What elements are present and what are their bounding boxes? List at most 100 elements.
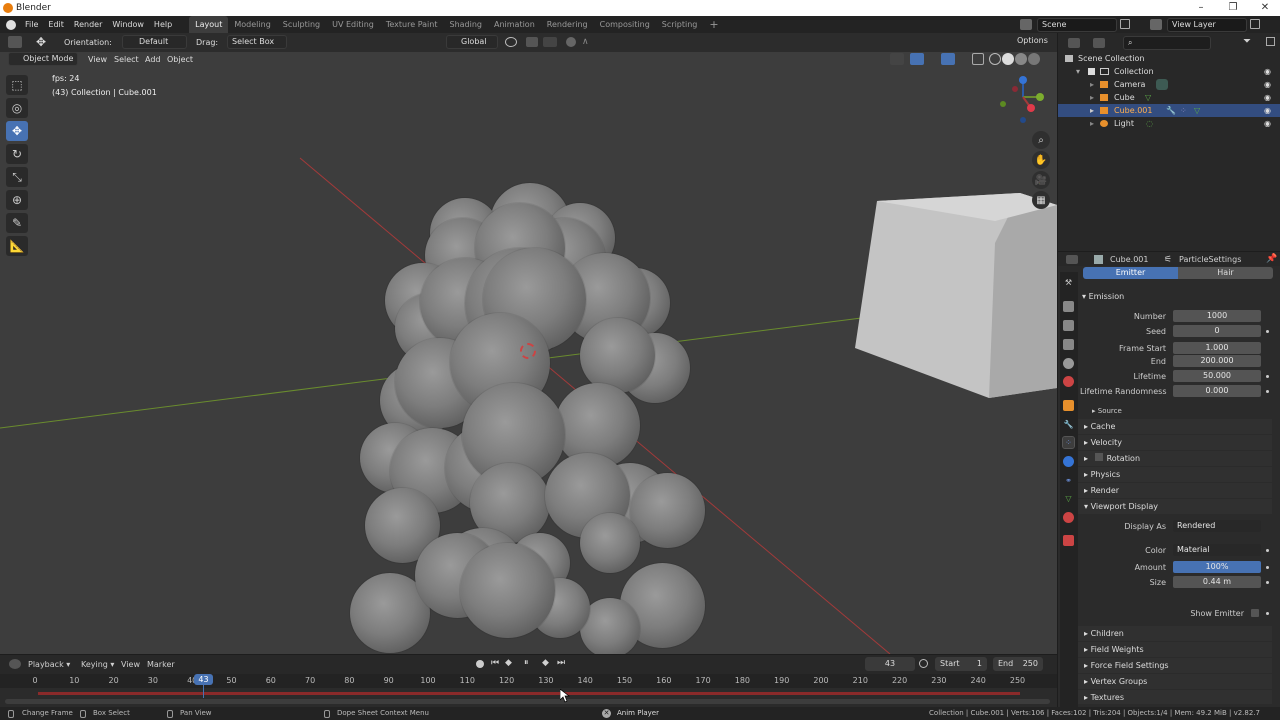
- rotation-checkbox[interactable]: [1094, 453, 1103, 461]
- snap-icon[interactable]: [526, 37, 538, 47]
- end-frame-field[interactable]: End 250: [993, 657, 1043, 671]
- falloff-icon[interactable]: ∧: [582, 37, 598, 47]
- snap-target-icon[interactable]: [543, 37, 557, 47]
- seed-field[interactable]: 0: [1173, 325, 1261, 337]
- collection-checkbox[interactable]: [1088, 68, 1095, 75]
- visibility-eye-icon[interactable]: ◉: [1264, 91, 1271, 104]
- visibility-eye-icon[interactable]: ◉: [1264, 65, 1271, 78]
- visibility-eye-icon[interactable]: ◉: [1264, 104, 1271, 117]
- perspective-toggle-icon[interactable]: ▦: [1032, 191, 1050, 209]
- textures-section[interactable]: ▸ Textures: [1078, 690, 1272, 704]
- outliner-editor-icon[interactable]: [1068, 38, 1080, 48]
- close-button[interactable]: ✕: [1250, 0, 1280, 16]
- menu-help[interactable]: Help: [149, 16, 177, 33]
- menu-select[interactable]: Select: [114, 55, 139, 64]
- view-layer-icon[interactable]: [1150, 19, 1162, 30]
- expand-arrow-icon[interactable]: ▸: [1090, 104, 1094, 117]
- current-frame-field[interactable]: 43: [865, 657, 915, 671]
- expand-arrow-icon[interactable]: ▸: [1090, 117, 1094, 130]
- cache-section[interactable]: ▸ Cache: [1078, 419, 1272, 434]
- hair-tab[interactable]: Hair: [1178, 267, 1273, 279]
- keying-menu[interactable]: Keying ▾: [81, 660, 114, 669]
- transform-tool-icon[interactable]: ⊕: [6, 190, 28, 210]
- playhead-frame-badge[interactable]: 43: [194, 674, 213, 685]
- amount-slider[interactable]: 100%: [1173, 561, 1261, 573]
- view-layer-field[interactable]: View Layer: [1167, 18, 1247, 32]
- modifier-tab-icon[interactable]: 🔧: [1063, 419, 1074, 430]
- force-field-settings-section[interactable]: ▸ Force Field Settings: [1078, 658, 1272, 673]
- outliner-row-collection[interactable]: ▾ Collection ◉: [1058, 65, 1280, 78]
- particles-tab-icon[interactable]: ⁘: [1062, 436, 1075, 449]
- lifetime-keyframe-dot[interactable]: [1266, 375, 1269, 378]
- visibility-eye-icon[interactable]: ◉: [1264, 78, 1271, 91]
- tab-texture-paint[interactable]: Texture Paint: [380, 16, 444, 33]
- shading-rendered-icon[interactable]: [1028, 53, 1040, 65]
- size-field[interactable]: 0.44 m: [1173, 576, 1261, 588]
- maximize-button[interactable]: ❐: [1218, 0, 1248, 16]
- editor-type-icon[interactable]: [8, 36, 22, 48]
- options-dropdown[interactable]: Options: [1013, 35, 1053, 49]
- outliner-row-cube[interactable]: ▸ Cube ▽ ◉: [1058, 91, 1280, 104]
- move-tool-icon[interactable]: ✥: [6, 121, 28, 141]
- pivot-icon[interactable]: [505, 37, 517, 47]
- world-tab-icon[interactable]: [1063, 376, 1074, 387]
- measure-tool-icon[interactable]: 📐: [6, 236, 28, 256]
- 3d-cursor-icon[interactable]: [520, 343, 536, 359]
- menu-edit[interactable]: Edit: [43, 16, 69, 33]
- frame-start-field[interactable]: 1.000: [1173, 342, 1261, 354]
- select-box-tool-icon[interactable]: ⬚: [6, 75, 28, 95]
- rotation-section[interactable]: ▸ Rotation: [1078, 451, 1272, 466]
- source-subsection[interactable]: ▸ Source: [1092, 407, 1122, 415]
- children-section[interactable]: ▸ Children: [1078, 626, 1272, 641]
- gizmo-toggle-icon[interactable]: [910, 53, 924, 65]
- menu-add[interactable]: Add: [145, 55, 161, 64]
- physics-tab-icon[interactable]: [1063, 456, 1074, 467]
- lifetime-randomness-keyframe-dot[interactable]: [1266, 390, 1269, 393]
- tab-scripting[interactable]: Scripting: [656, 16, 704, 33]
- tab-shading[interactable]: Shading: [443, 16, 488, 33]
- tool-tab-icon[interactable]: ⚒: [1063, 277, 1074, 288]
- expand-arrow-icon[interactable]: ▾: [1076, 65, 1080, 78]
- pan-view-icon[interactable]: ✋: [1032, 151, 1050, 169]
- texture-tab-icon[interactable]: [1063, 535, 1074, 546]
- show-emitter-keyframe-dot[interactable]: [1266, 612, 1269, 615]
- 3d-viewport[interactable]: [0, 33, 1057, 654]
- blender-menu-icon[interactable]: [6, 19, 16, 30]
- proportional-edit-icon[interactable]: [566, 37, 576, 47]
- menu-object[interactable]: Object: [167, 55, 193, 64]
- amount-keyframe-dot[interactable]: [1266, 566, 1269, 569]
- color-keyframe-dot[interactable]: [1266, 549, 1269, 552]
- add-workspace-button[interactable]: +: [703, 16, 724, 33]
- material-tab-icon[interactable]: [1063, 512, 1074, 523]
- new-scene-icon[interactable]: [1120, 19, 1130, 29]
- visibility-eye-icon[interactable]: ◉: [1264, 117, 1271, 130]
- tab-layout[interactable]: Layout: [189, 16, 229, 33]
- emission-section-header[interactable]: ▾ Emission: [1082, 292, 1124, 301]
- cursor-tool-icon[interactable]: ◎: [6, 98, 28, 118]
- size-keyframe-dot[interactable]: [1266, 581, 1269, 584]
- display-as-dropdown[interactable]: Rendered: [1173, 520, 1261, 532]
- tab-animation[interactable]: Animation: [488, 16, 541, 33]
- shading-material-icon[interactable]: [1015, 53, 1027, 65]
- new-view-layer-icon[interactable]: [1250, 19, 1260, 29]
- outliner-row-light[interactable]: ▸ Light ◌ ◉: [1058, 117, 1280, 130]
- xray-icon[interactable]: [972, 53, 984, 65]
- lifetime-randomness-field[interactable]: 0.000: [1173, 385, 1261, 397]
- render-section[interactable]: ▸ Render: [1078, 483, 1272, 498]
- minimize-button[interactable]: –: [1186, 0, 1216, 16]
- tab-compositing[interactable]: Compositing: [594, 16, 656, 33]
- physics-section[interactable]: ▸ Physics: [1078, 467, 1272, 482]
- menu-window[interactable]: Window: [107, 16, 149, 33]
- timeline-editor-icon[interactable]: [9, 659, 21, 669]
- lifetime-field[interactable]: 50.000: [1173, 370, 1261, 382]
- outliner-row-scene-collection[interactable]: Scene Collection: [1058, 52, 1280, 65]
- zoom-view-icon[interactable]: ⌕: [1032, 131, 1050, 149]
- pin-icon[interactable]: 📌: [1266, 254, 1277, 264]
- mode-dropdown[interactable]: Object Mode: [8, 52, 78, 66]
- color-dropdown[interactable]: Material: [1173, 544, 1261, 556]
- vertex-groups-section[interactable]: ▸ Vertex Groups: [1078, 674, 1272, 689]
- jump-start-icon[interactable]: ⏮: [491, 658, 499, 668]
- move-gizmo-icon[interactable]: ✥: [36, 35, 46, 49]
- scene-tab-icon[interactable]: [1063, 358, 1074, 369]
- playback-menu[interactable]: Playback ▾: [28, 660, 70, 669]
